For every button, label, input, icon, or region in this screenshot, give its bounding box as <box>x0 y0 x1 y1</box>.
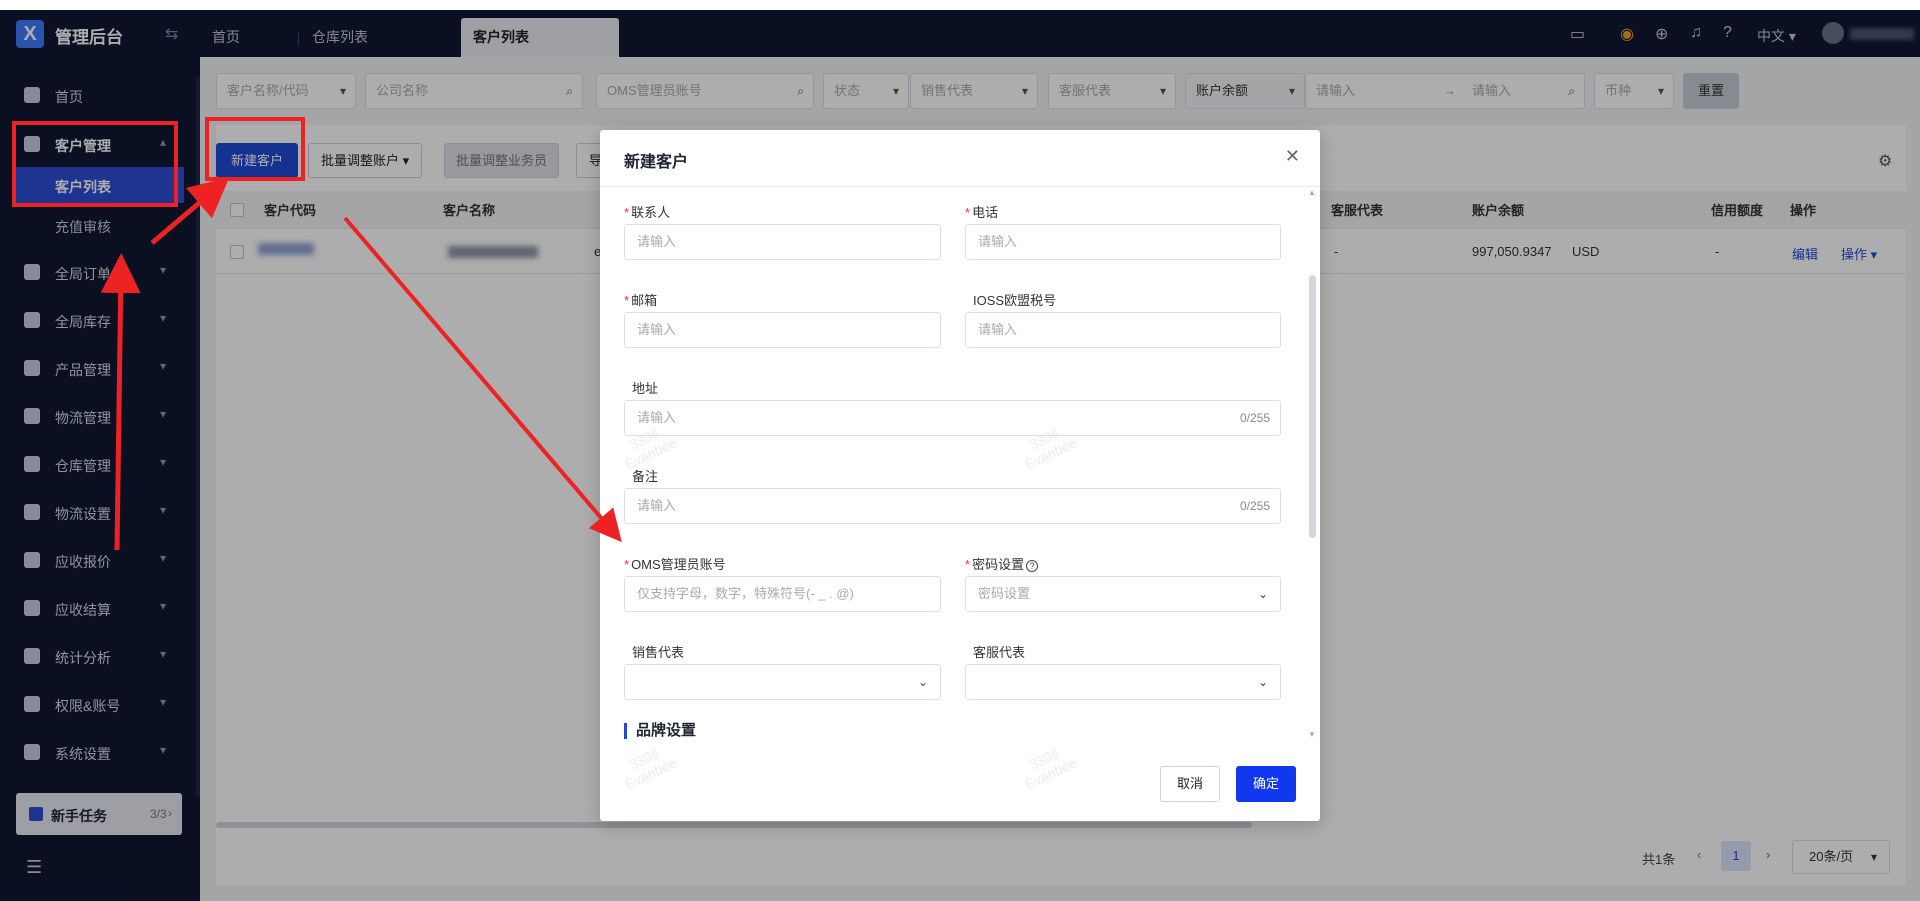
email-placeholder: 请输入 <box>637 322 677 337</box>
ioss-placeholder: 请输入 <box>978 322 1018 337</box>
password-label: * 密码设置? <box>965 554 1039 573</box>
address-label: 地址 <box>632 381 659 396</box>
contact-input[interactable]: 请输入 <box>624 224 941 260</box>
email-label: * 邮箱 <box>624 293 658 308</box>
sales-rep-dropdown[interactable]: ⌄ <box>624 664 941 700</box>
confirm-button[interactable]: 确定 <box>1236 766 1296 802</box>
ioss-input[interactable]: 请输入 <box>965 312 1281 348</box>
address-char-count: 0/255 <box>1239 411 1270 425</box>
remark-char-count: 0/255 <box>1239 499 1270 513</box>
oms-account-field[interactable]: 仅支持字母，数字，特殊符号(- _ . @) <box>624 576 941 612</box>
oms-account-label: * OMS管理员账号 <box>624 557 726 572</box>
contact-placeholder: 请输入 <box>637 234 677 249</box>
question-icon[interactable]: ? <box>1026 560 1039 572</box>
phone-placeholder: 请输入 <box>978 234 1018 249</box>
annotation-box-customer-menu <box>12 121 178 207</box>
chevron-down-icon: ⌄ <box>1257 675 1268 689</box>
service-rep-dropdown[interactable]: ⌄ <box>965 664 1281 700</box>
email-input[interactable]: 请输入 <box>624 312 941 348</box>
watermark: 3396 Evanbee <box>1016 740 1080 792</box>
phone-label: * 电话 <box>965 205 999 220</box>
annotation-box-new-button <box>205 117 305 181</box>
password-select[interactable]: 密码设置 ⌄ <box>965 576 1281 612</box>
contact-label-text: 联系人 <box>631 205 671 220</box>
ioss-label: IOSS欧盟税号 <box>973 293 1057 308</box>
dialog-scrollbar-thumb[interactable] <box>1309 275 1316 538</box>
phone-input[interactable]: 请输入 <box>965 224 1281 260</box>
brand-settings-title: 品牌设置 <box>624 723 696 739</box>
dialog-divider <box>600 186 1320 187</box>
cancel-button[interactable]: 取消 <box>1160 766 1220 802</box>
service-rep-label: 客服代表 <box>973 645 1026 660</box>
watermark: 3396 Evanbee <box>616 740 680 792</box>
remark-placeholder: 请输入 <box>637 498 677 513</box>
close-icon[interactable]: ✕ <box>1285 146 1300 167</box>
email-label-text: 邮箱 <box>631 293 658 308</box>
scroll-down-icon[interactable]: ▼ <box>1308 730 1316 739</box>
password-label-text: 密码设置 <box>972 557 1025 572</box>
contact-label: * 联系人 <box>624 205 671 220</box>
phone-label-text: 电话 <box>972 205 999 220</box>
chevron-down-icon: ⌄ <box>917 675 928 689</box>
oms-account-field-placeholder: 仅支持字母，数字，特殊符号(- _ . @) <box>637 586 854 601</box>
oms-account-label-text: OMS管理员账号 <box>631 557 726 572</box>
dialog-title: 新建客户 <box>624 154 689 171</box>
remark-input[interactable]: 请输入 0/255 <box>624 488 1281 524</box>
sales-rep-label: 销售代表 <box>632 645 685 660</box>
new-customer-dialog: 新建客户 ✕ * 联系人 请输入 * 电话 请输入 * 邮箱 请输入 IOSS欧盟税号… <box>600 130 1320 821</box>
address-input[interactable]: 请输入 0/255 <box>624 400 1281 436</box>
chevron-down-icon: ⌄ <box>1257 587 1268 601</box>
password-placeholder: 密码设置 <box>978 586 1031 601</box>
scroll-up-icon[interactable]: ▲ <box>1308 188 1316 197</box>
